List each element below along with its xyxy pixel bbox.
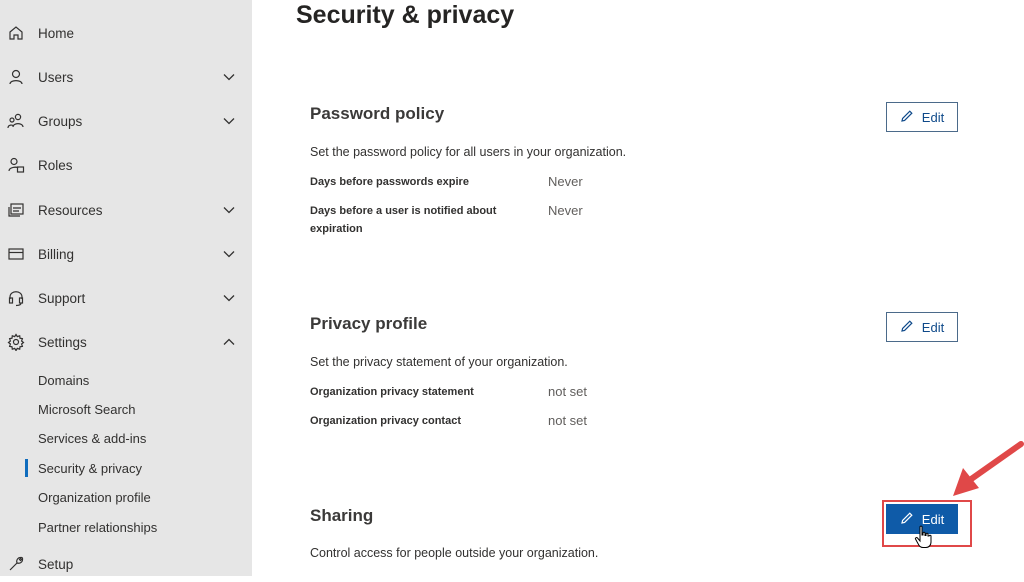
- sidebar-item-support[interactable]: Support: [0, 280, 252, 316]
- billing-icon: [7, 245, 25, 263]
- sidebar-item-label: Billing: [38, 246, 75, 262]
- sidebar-subitem-label: Domains: [38, 372, 90, 388]
- sidebar-item-label: Support: [38, 290, 86, 306]
- group-icon: [7, 112, 25, 130]
- sidebar-subitem-partner-relationships[interactable]: Partner relationships: [0, 513, 252, 541]
- chevron-down-icon[interactable]: [222, 247, 236, 261]
- wrench-icon: [7, 555, 25, 573]
- sidebar-item-label: Settings: [38, 334, 87, 350]
- sidebar-subitem-label: Organization profile: [38, 489, 151, 505]
- roles-icon: [7, 156, 25, 174]
- home-icon: [7, 24, 25, 42]
- pencil-icon: [900, 109, 914, 126]
- chevron-down-icon[interactable]: [222, 114, 236, 128]
- sidebar-item-label: Users: [38, 69, 74, 85]
- field-label: Days before passwords expire: [310, 176, 469, 188]
- sidebar-item-settings[interactable]: Settings: [0, 324, 252, 360]
- sidebar-subitem-organization-profile[interactable]: Organization profile: [0, 483, 252, 511]
- user-icon: [7, 68, 25, 86]
- sidebar-subitem-label: Microsoft Search: [38, 401, 136, 417]
- sidebar-item-billing[interactable]: Billing: [0, 236, 252, 272]
- sidebar-subitem-label: Services & add-ins: [38, 430, 147, 446]
- sidebar-nav: Home Users Groups Roles Resources Billin…: [0, 0, 252, 576]
- sidebar-subitem-domains[interactable]: Domains: [0, 366, 252, 394]
- sidebar-item-setup[interactable]: Setup: [0, 546, 252, 582]
- section-title-privacy-profile: Privacy profile: [310, 314, 428, 333]
- edit-label: Edit: [921, 109, 945, 125]
- edit-privacy-profile-button[interactable]: Edit: [886, 312, 958, 342]
- chevron-down-icon[interactable]: [222, 203, 236, 217]
- gear-icon: [7, 333, 25, 351]
- sidebar-subitem-microsoft-search[interactable]: Microsoft Search: [0, 395, 252, 423]
- sidebar-item-groups[interactable]: Groups: [0, 103, 252, 139]
- section-title-password-policy: Password policy: [310, 104, 445, 123]
- chevron-up-icon[interactable]: [222, 335, 236, 349]
- sidebar-item-label: Groups: [38, 113, 83, 129]
- field-label: Organization privacy contact: [310, 415, 461, 427]
- sidebar-item-label: Setup: [38, 556, 74, 572]
- sidebar-item-users[interactable]: Users: [0, 59, 252, 95]
- sidebar-item-roles[interactable]: Roles: [0, 147, 252, 183]
- edit-label: Edit: [921, 319, 945, 335]
- field-value: Never: [548, 174, 583, 189]
- sidebar-item-label: Home: [38, 25, 75, 41]
- page-title: Security & privacy: [296, 1, 515, 29]
- section-description: Set the privacy statement of your organi…: [310, 355, 568, 369]
- resources-icon: [7, 201, 25, 219]
- field-label: Organization privacy statement: [310, 386, 474, 398]
- sidebar-item-resources[interactable]: Resources: [0, 192, 252, 228]
- sidebar-item-label: Roles: [38, 157, 73, 173]
- section-title-sharing: Sharing: [310, 506, 374, 525]
- field-label: Days before a user is notified about exp…: [310, 205, 497, 235]
- sidebar-subitem-label: Security & privacy: [38, 460, 143, 476]
- field-value: Never: [548, 203, 583, 218]
- sidebar-item-label: Resources: [38, 202, 103, 218]
- section-description: Control access for people outside your o…: [310, 546, 599, 560]
- field-value: not set: [548, 384, 588, 399]
- sidebar-subitem-label: Partner relationships: [38, 519, 158, 535]
- edit-password-policy-button[interactable]: Edit: [886, 102, 958, 132]
- sidebar-item-home[interactable]: Home: [0, 15, 252, 51]
- chevron-down-icon[interactable]: [222, 70, 236, 84]
- field-value: not set: [548, 413, 588, 428]
- hand-cursor-icon: [914, 525, 932, 548]
- sidebar-subitem-security-privacy[interactable]: Security & privacy: [0, 454, 252, 482]
- section-description: Set the password policy for all users in…: [310, 145, 627, 159]
- pencil-icon: [900, 319, 914, 336]
- selected-indicator: [25, 459, 28, 477]
- sidebar-subitem-services-addins[interactable]: Services & add-ins: [0, 424, 252, 452]
- headset-icon: [7, 289, 25, 307]
- chevron-down-icon[interactable]: [222, 291, 236, 305]
- annotation-arrow-icon: [953, 441, 1024, 496]
